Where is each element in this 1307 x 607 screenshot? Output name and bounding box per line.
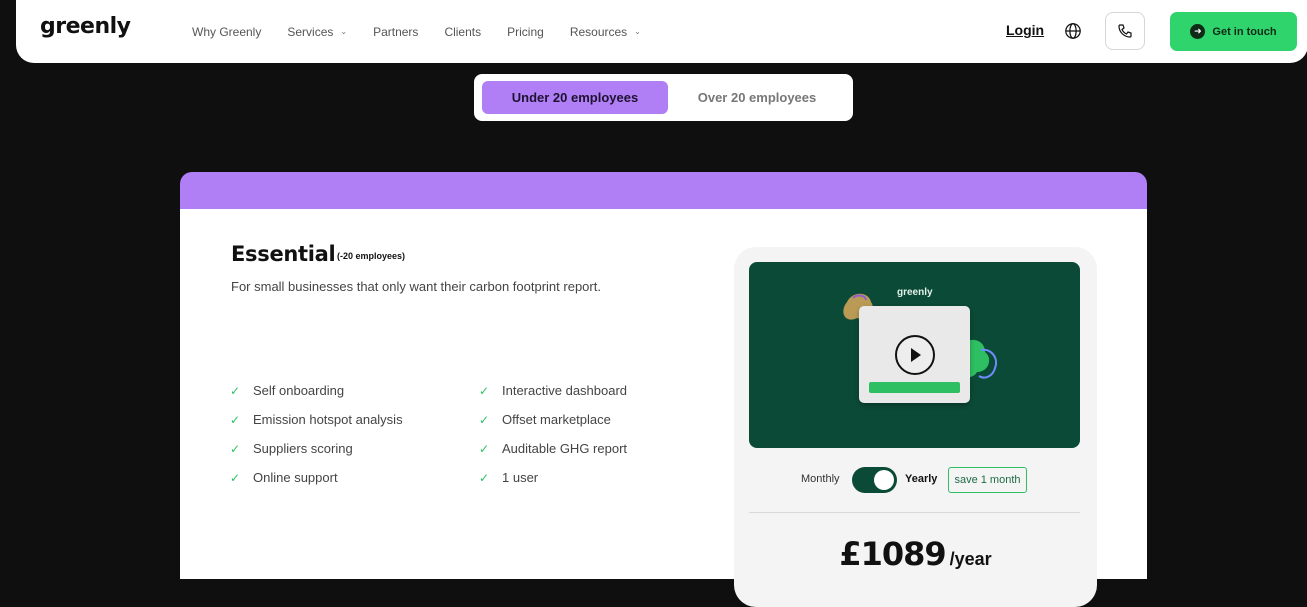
arrow-right-icon: ➜: [1190, 24, 1206, 39]
check-icon: ✓: [479, 412, 490, 427]
check-icon: ✓: [479, 470, 490, 485]
price: £1089/year: [734, 535, 1097, 573]
billing-monthly-label[interactable]: Monthly: [801, 473, 840, 485]
feature-item: ✓ 1 user: [479, 470, 539, 485]
check-icon: ✓: [230, 470, 241, 485]
feature-item: ✓ Suppliers scoring: [230, 441, 353, 456]
nav-item-clients[interactable]: Clients: [444, 25, 481, 39]
nav-item-why-greenly[interactable]: Why Greenly: [192, 25, 261, 39]
plan-description: For small businesses that only want thei…: [231, 279, 601, 294]
nav-item-pricing[interactable]: Pricing: [507, 25, 544, 39]
feature-item: ✓ Offset marketplace: [479, 412, 611, 427]
employee-size-toggle: Under 20 employees Over 20 employees: [474, 74, 853, 121]
nav-item-services[interactable]: Services ⌄: [287, 25, 347, 39]
billing-yearly-label[interactable]: Yearly: [905, 473, 937, 485]
nav-item-partners[interactable]: Partners: [373, 25, 418, 39]
feature-item: ✓ Auditable GHG report: [479, 441, 628, 456]
tab-under-20[interactable]: Under 20 employees: [482, 81, 668, 114]
top-navbar: greenly Why Greenly Services ⌄ Partners …: [16, 0, 1307, 63]
login-link[interactable]: Login: [1006, 22, 1044, 38]
billing-toggle: Monthly Yearly save 1 month: [734, 467, 1097, 493]
chevron-down-icon: ⌄: [340, 27, 348, 36]
plan-card: Essential (-20 employees) For small busi…: [180, 209, 1147, 607]
divider: [749, 512, 1080, 513]
plan-title: Essential: [231, 242, 336, 266]
check-icon: ✓: [230, 441, 241, 456]
feature-item: ✓ Online support: [230, 470, 338, 485]
tab-over-20[interactable]: Over 20 employees: [672, 81, 842, 114]
video-logo: greenly: [897, 287, 933, 298]
plan-size-tag: (-20 employees): [337, 251, 406, 261]
save-badge: save 1 month: [948, 467, 1027, 493]
feature-item: ✓ Interactive dashboard: [479, 383, 628, 398]
chevron-down-icon: ⌄: [634, 27, 641, 36]
check-icon: ✓: [230, 383, 241, 398]
plan-card-header: [180, 172, 1147, 212]
feature-list: ✓ Self onboarding ✓ Interactive dashboard …: [230, 381, 690, 487]
check-icon: ✓: [479, 441, 490, 456]
video-player[interactable]: greenly: [749, 262, 1080, 448]
get-in-touch-button[interactable]: ➜ Get in touch: [1170, 12, 1297, 51]
feature-item: ✓ Emission hotspot analysis: [230, 412, 403, 427]
price-amount: £1089: [839, 535, 946, 573]
play-icon[interactable]: [895, 335, 935, 375]
logo[interactable]: greenly: [40, 14, 131, 39]
video-form-button: [869, 382, 960, 393]
price-period: /year: [949, 549, 992, 569]
pricing-panel: greenly Monthly Yearly save 1 month £108…: [734, 247, 1097, 607]
globe-icon[interactable]: [1064, 22, 1082, 40]
check-icon: ✓: [230, 412, 241, 427]
phone-icon: [1118, 24, 1132, 38]
nav-menu: Why Greenly Services ⌄ Partners Clients …: [192, 0, 667, 63]
nav-item-resources[interactable]: Resources ⌄: [570, 25, 641, 39]
billing-switch[interactable]: [852, 467, 897, 493]
phone-button[interactable]: [1105, 12, 1145, 50]
feature-item: ✓ Self onboarding: [230, 383, 345, 398]
switch-knob: [874, 470, 894, 490]
check-icon: ✓: [479, 383, 490, 398]
